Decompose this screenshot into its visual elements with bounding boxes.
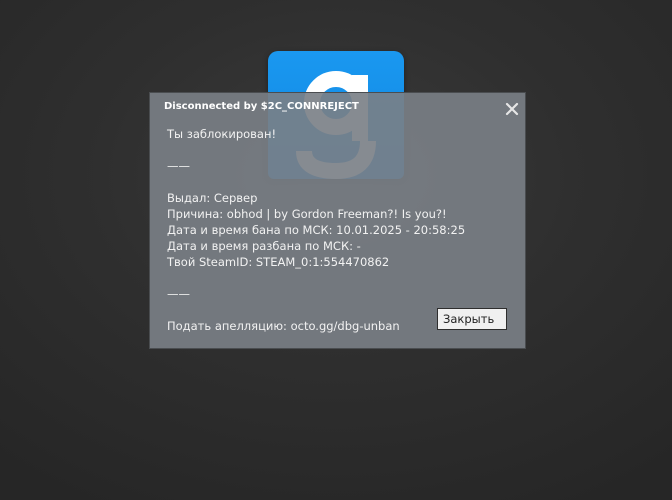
close-button[interactable]: Закрыть [437, 308, 507, 330]
ban-date: Дата и время бана по МСК: 10.01.2025 - 2… [167, 223, 466, 237]
close-icon[interactable] [505, 101, 519, 116]
issued-by: Выдал: Сервер [167, 191, 258, 205]
ban-reason: Причина: obhod | by Gordon Freeman?! Is … [167, 207, 447, 221]
steam-id: Твой SteamID: STEAM_0:1:554470862 [167, 255, 390, 269]
disconnect-dialog: Disconnected by $2C_CONNREJECT Ты заблок… [149, 92, 526, 349]
ban-header: Ты заблокирован! [167, 127, 277, 141]
separator: —— [167, 287, 190, 301]
unban-date: Дата и время разбана по МСК: - [167, 239, 361, 253]
ban-message: Ты заблокирован! —— Выдал: Сервер Причин… [167, 126, 517, 334]
dialog-title: Disconnected by $2C_CONNREJECT [164, 101, 359, 112]
separator: —— [167, 159, 190, 173]
